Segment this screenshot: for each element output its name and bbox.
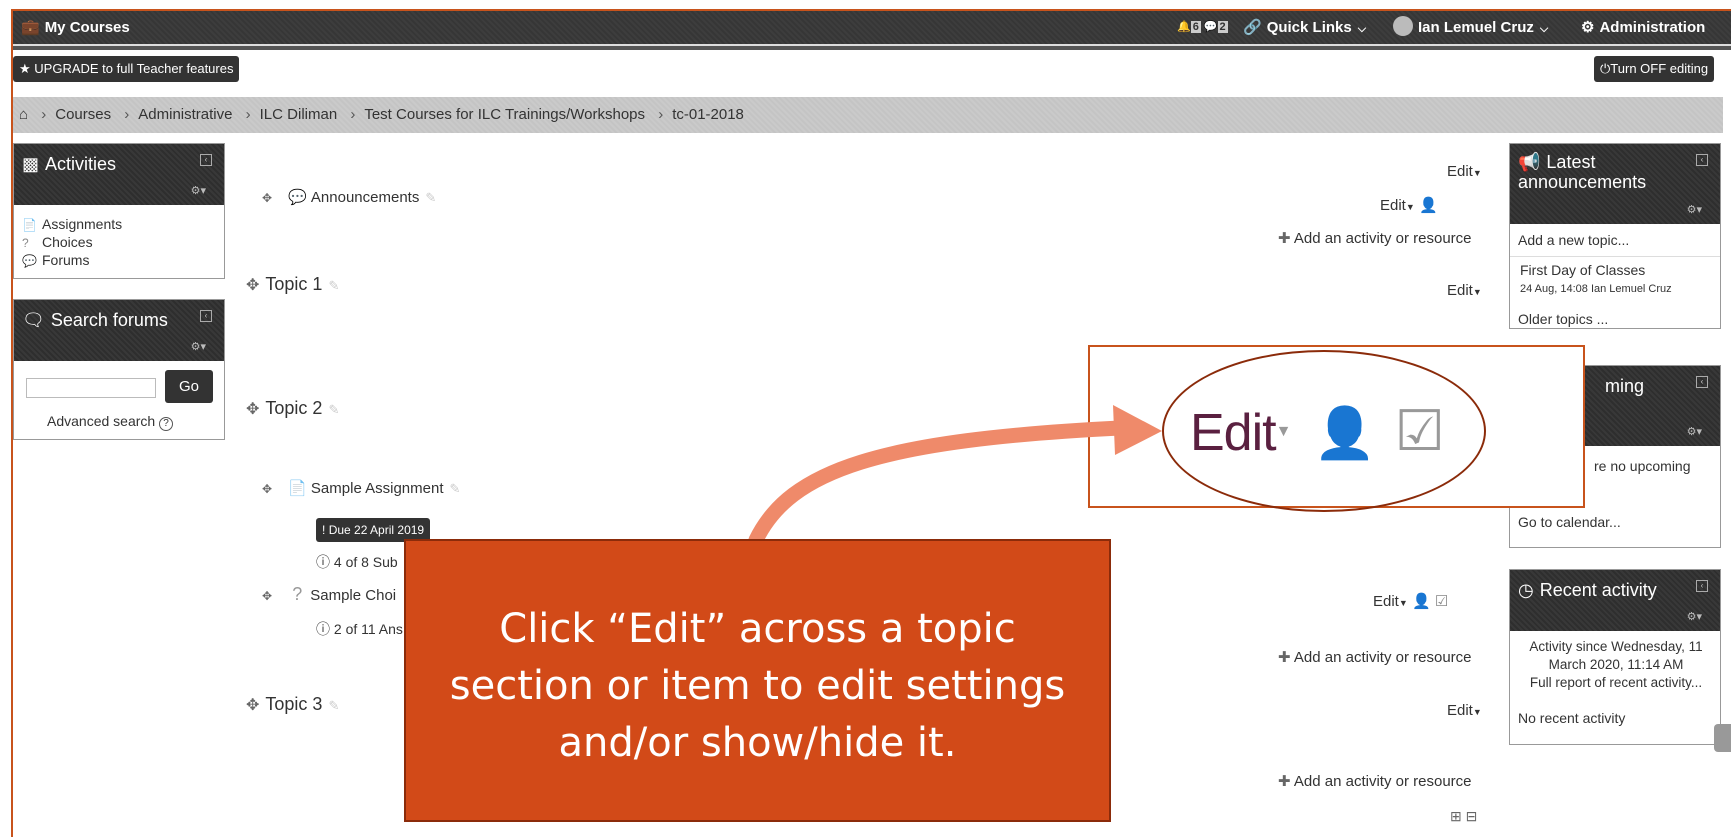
- instruction-callout: Click “Edit” across a topic section or i…: [404, 539, 1111, 822]
